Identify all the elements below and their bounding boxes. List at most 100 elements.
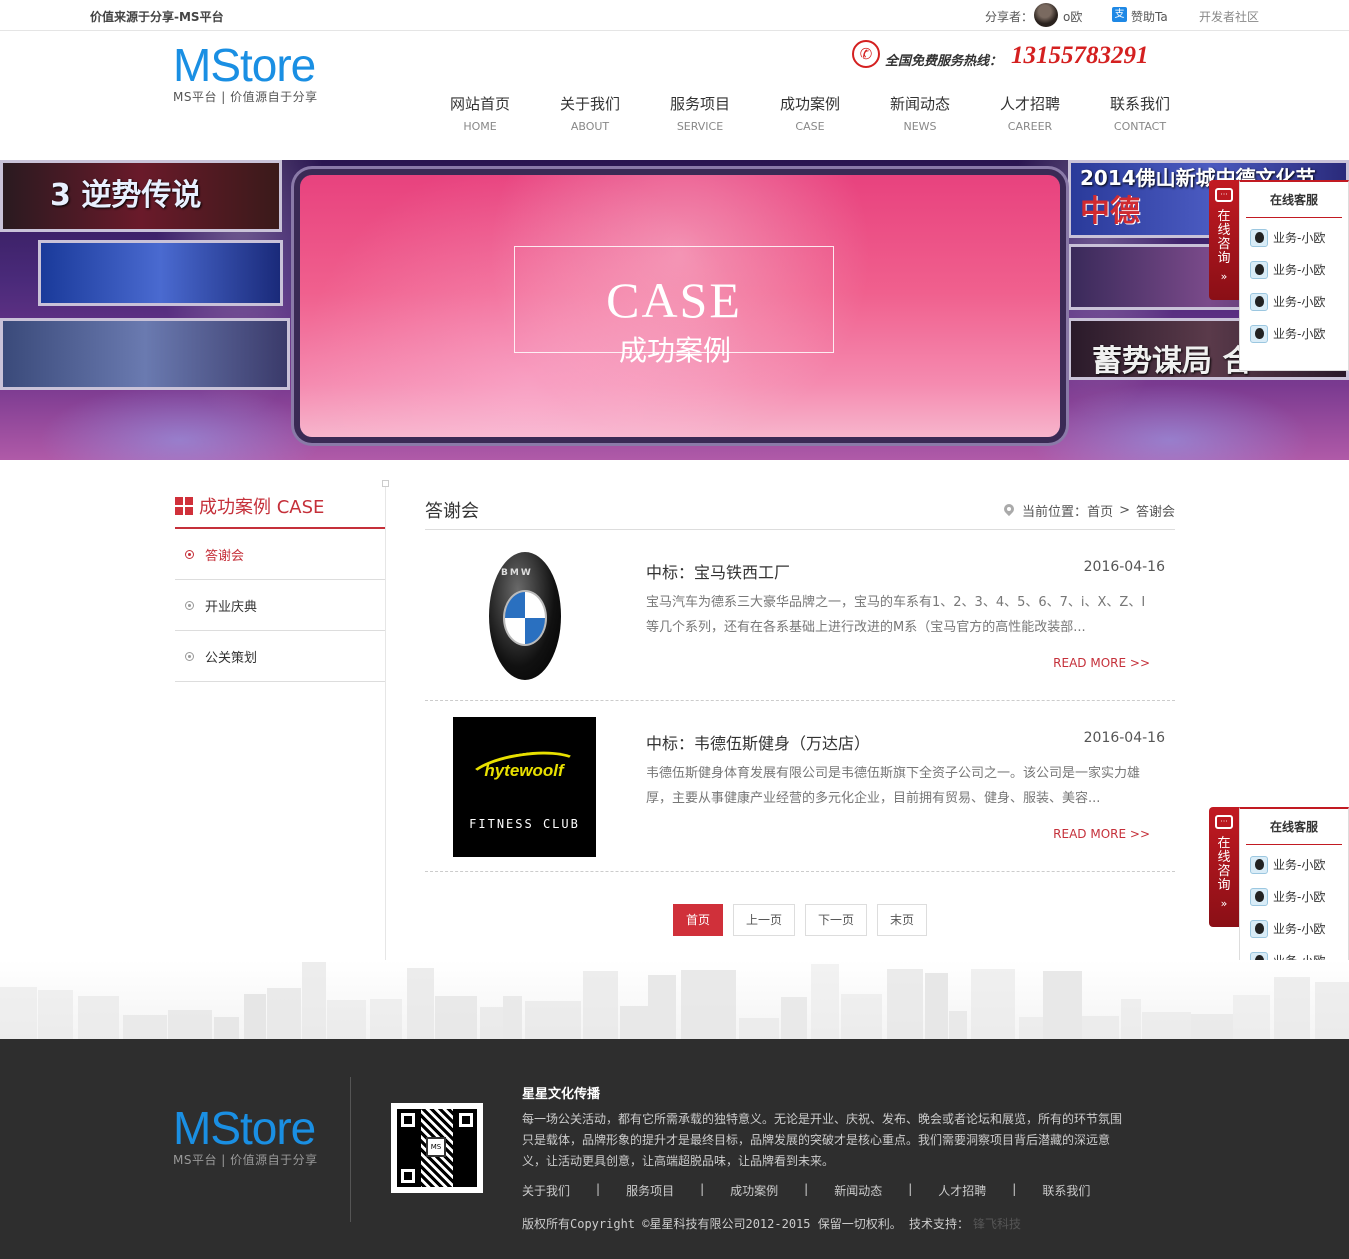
content-header: 答谢会 当前位置： 首页 > 答谢会 [425, 480, 1175, 530]
qq-icon [1250, 856, 1268, 874]
skyline-building [327, 1000, 366, 1039]
footer-logo-text: MStore [173, 1102, 316, 1154]
location-pin-icon [1004, 504, 1014, 517]
site-footer: MStore MS平台 | 价值源自于分享 MS 星星文化传播 每一场公关活动，… [0, 1039, 1349, 1259]
main-nav: 网站首页 HOME 关于我们 ABOUT 服务项目 SERVICE 成功案例 CASE … [425, 93, 1195, 138]
skyline-building [1142, 1012, 1191, 1039]
page-prev-button[interactable]: 上一页 [733, 904, 796, 936]
logo-subtitle: MS平台 | 价值源自于分享 [173, 90, 318, 104]
sidebar-item-opening[interactable]: 开业庆典 [175, 580, 385, 631]
city-skyline-decoration [0, 960, 1349, 1039]
sidebar-divider [385, 480, 386, 960]
footer-link-contact[interactable]: 联系我们 [1042, 1182, 1090, 1199]
qq-contact[interactable]: 业务-小欧 [1240, 286, 1348, 318]
online-consult-tab[interactable]: ··· 在 线 咨 询 » [1209, 180, 1239, 300]
breadcrumb-separator: > [1119, 503, 1130, 518]
nav-label-en: SERVICE [676, 120, 724, 133]
read-more-link[interactable]: READ MORE >> [1053, 827, 1150, 841]
breadcrumb-current[interactable]: 答谢会 [1136, 501, 1175, 520]
sponsor-link[interactable]: 赞助Ta [1131, 8, 1168, 25]
service-panel-title: 在线客服 [1246, 809, 1342, 845]
footer-logo[interactable]: MStore MS平台 | 价值源自于分享 [173, 1105, 318, 1168]
share-label: 分享者： [985, 10, 1034, 24]
skyline-building [1315, 982, 1349, 1039]
qq-icon [1250, 325, 1268, 343]
qq-contact[interactable]: 业务-小欧 [1240, 849, 1348, 881]
nav-item-home[interactable]: 网站首页 HOME [425, 93, 535, 138]
online-consult-tab[interactable]: ··· 在 线 咨 询 » [1209, 807, 1239, 927]
case-title[interactable]: 中标：韦德伍斯健身（万达店） [646, 730, 870, 754]
case-title[interactable]: 中标：宝马铁西工厂 [646, 559, 790, 583]
footer-logo-subtitle: MS平台 | 价值源自于分享 [173, 1153, 318, 1167]
sharer-avatar[interactable] [1034, 3, 1058, 27]
qq-contact[interactable]: 业务-小欧 [1240, 222, 1348, 254]
page-first-button[interactable]: 首页 [673, 904, 724, 936]
developer-community-link[interactable]: 开发者社区 [1199, 8, 1259, 25]
banner-screen [0, 318, 290, 390]
hotline-number: 13155783291 [1011, 42, 1149, 69]
skyline-building [583, 971, 618, 1039]
skyline-building [1019, 1017, 1043, 1039]
nav-item-case[interactable]: 成功案例 CASE [755, 93, 865, 138]
sidebar-item-label: 公关策划 [205, 650, 258, 666]
qq-contact[interactable]: 业务-小欧 [1240, 913, 1348, 945]
footer-divider [350, 1077, 351, 1222]
sidebar-item-thanks[interactable]: 答谢会 [175, 529, 385, 580]
qq-icon [1250, 888, 1268, 906]
case-description: 宝马汽车为德系三大豪华品牌之一，宝马的车系有1、2、3、4、5、6、7、i、X、… [646, 595, 1146, 635]
tab-char: 咨 [1217, 864, 1231, 879]
qq-contact[interactable]: 业务-小欧 [1240, 881, 1348, 913]
case-item: BMW 中标：宝马铁西工厂 2016-04-16 宝马汽车为德系三大豪华品牌之一… [425, 530, 1175, 701]
tech-support-link[interactable]: 锋飞科技 [973, 1217, 1021, 1231]
site-logo[interactable]: MStore MS平台 | 价值源自于分享 [173, 42, 343, 104]
skyline-building [168, 1010, 212, 1039]
qq-contact-label: 业务-小欧 [1273, 890, 1326, 904]
skyline-building [0, 987, 37, 1039]
nav-item-service[interactable]: 服务项目 SERVICE [645, 93, 755, 138]
skyline-building [681, 970, 736, 1039]
skyline-building [407, 968, 434, 1039]
page-last-button[interactable]: 末页 [877, 904, 928, 936]
footer-link-about[interactable]: 关于我们 [522, 1182, 570, 1199]
top-bar: 价值来源于分享-MS平台 分享者： o欧 支 赞助Ta 开发者社区 [0, 0, 1349, 31]
nav-item-about[interactable]: 关于我们 ABOUT [535, 93, 645, 138]
case-description: 韦德伍斯健身体育发展有限公司是韦德伍斯旗下全资子公司之一。该公司是一家实力雄厚，… [646, 766, 1141, 806]
qq-contact[interactable]: 业务-小欧 [1240, 318, 1348, 350]
case-thumbnail[interactable]: hytewoolf FITNESS CLUB [453, 717, 596, 857]
tab-char: 询 [1217, 251, 1231, 266]
service-panel: 在线客服 业务-小欧 业务-小欧 业务-小欧 业务-小欧 [1239, 180, 1349, 371]
nav-item-news[interactable]: 新闻动态 NEWS [865, 93, 975, 138]
skyline-building [38, 990, 73, 1039]
sidebar-corner-mark [382, 480, 389, 487]
qq-contact[interactable]: 业务-小欧 [1240, 254, 1348, 286]
qr-center-mark: MS [426, 1137, 446, 1157]
skyline-building [1082, 1016, 1119, 1039]
online-service-widget: ··· 在 线 咨 询 » 在线客服 业务-小欧 业务-小欧 业务-小欧 业务-… [1209, 180, 1349, 371]
footer-link-service[interactable]: 服务项目 [626, 1182, 674, 1199]
skyline-building [1191, 1014, 1233, 1039]
page-next-button[interactable]: 下一页 [805, 904, 868, 936]
sharer-name[interactable]: o欧 [1063, 8, 1082, 25]
skyline-building [925, 973, 948, 1039]
sidebar-item-pr[interactable]: 公关策划 [175, 631, 385, 682]
nav-item-contact[interactable]: 联系我们 CONTACT [1085, 93, 1195, 138]
nav-label-en: CONTACT [1113, 120, 1167, 133]
copyright-text: 版权所有Copyright ©星星科技有限公司2012-2015 保留一切权利。… [522, 1217, 969, 1231]
nav-label-en: HOME [463, 120, 497, 133]
footer-link-career[interactable]: 人才招聘 [938, 1182, 986, 1199]
footer-link-case[interactable]: 成功案例 [730, 1182, 778, 1199]
breadcrumb-home[interactable]: 首页 [1087, 501, 1113, 520]
nav-item-career[interactable]: 人才招聘 CAREER [975, 93, 1085, 138]
copyright: 版权所有Copyright ©星星科技有限公司2012-2015 保留一切权利。… [522, 1215, 1021, 1232]
skyline-building [971, 969, 1015, 1039]
footer-link-news[interactable]: 新闻动态 [834, 1182, 882, 1199]
case-thumbnail[interactable]: BMW [453, 546, 596, 686]
category-sidebar: 成功案例 CASE 答谢会 开业庆典 公关策划 [175, 480, 389, 960]
skyline-building [123, 1015, 167, 1039]
tab-char: 在 [1217, 836, 1231, 851]
read-more-link[interactable]: READ MORE >> [1053, 656, 1150, 670]
alipay-icon[interactable]: 支 [1112, 7, 1127, 22]
skyline-building [267, 988, 301, 1039]
case-date: 2016-04-16 [1083, 559, 1165, 575]
skyline-building [244, 994, 266, 1039]
